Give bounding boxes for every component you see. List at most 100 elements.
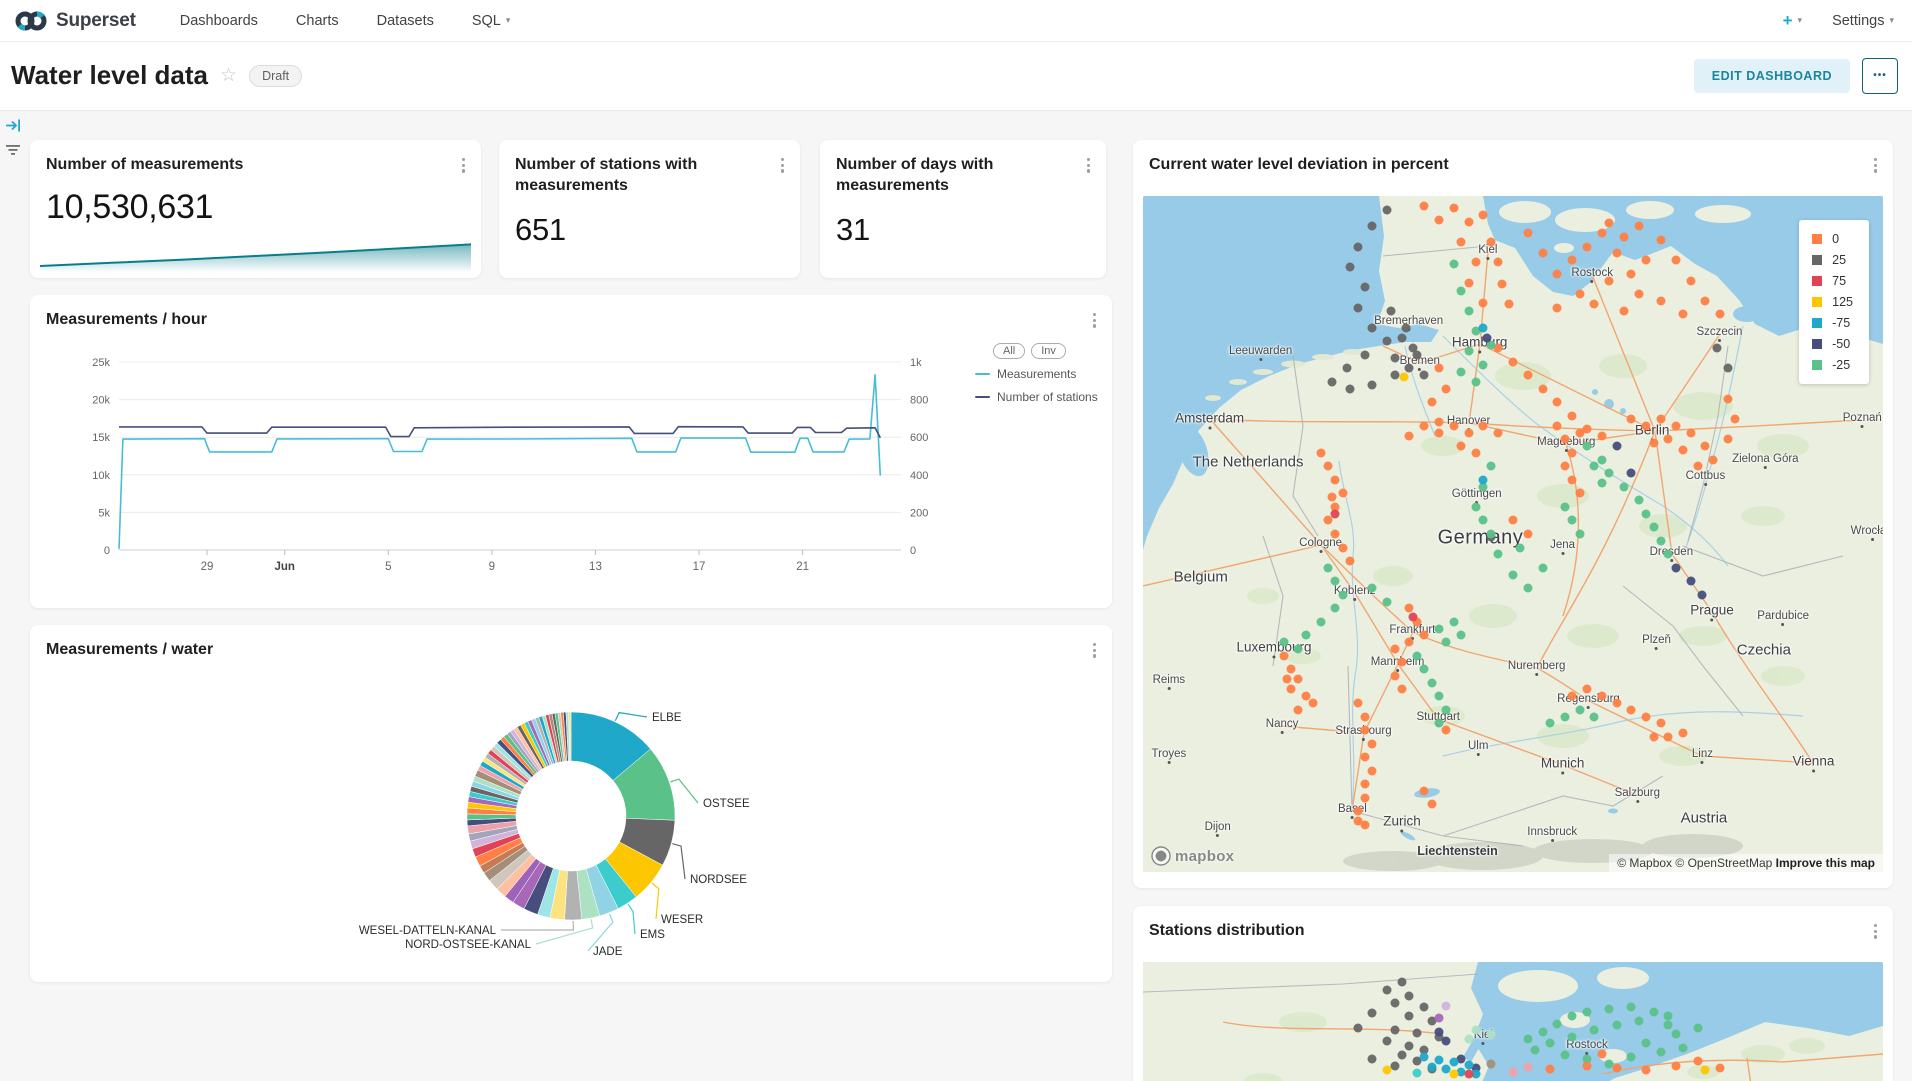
station-dot <box>1716 1064 1725 1073</box>
map-legend-item[interactable]: 25 <box>1812 253 1853 267</box>
station-dot <box>1464 1035 1473 1044</box>
station-dot <box>1575 530 1584 539</box>
expand-filter-bar-icon[interactable] <box>5 118 22 138</box>
legend-swatch <box>1812 297 1822 307</box>
station-dot <box>1620 232 1629 241</box>
station-dot <box>1679 729 1688 738</box>
map-legend-item[interactable]: 125 <box>1812 295 1853 309</box>
station-dot <box>1634 1017 1643 1026</box>
nav-item-datasets[interactable]: Datasets <box>377 13 434 29</box>
station-dot <box>1568 692 1577 701</box>
station-dot <box>1531 1046 1540 1055</box>
improve-map-link[interactable]: Improve this map <box>1776 856 1875 870</box>
station-dot <box>1435 418 1444 427</box>
station-dot <box>1309 699 1318 708</box>
settings-menu[interactable]: Settings ▾ <box>1832 13 1894 29</box>
legend-inv-button[interactable]: Inv <box>1031 343 1066 359</box>
mapbox-logo[interactable]: mapbox <box>1151 846 1234 866</box>
kebab-menu-icon[interactable] <box>1872 156 1879 175</box>
map-legend-item[interactable]: -75 <box>1812 316 1853 330</box>
station-dot <box>1583 242 1592 251</box>
legend-label: Number of stations <box>997 390 1098 404</box>
station-dot <box>1287 685 1296 694</box>
station-dot <box>1538 384 1547 393</box>
map-legend-item[interactable]: -50 <box>1812 337 1853 351</box>
station-dot <box>1627 1053 1636 1062</box>
superset-logo[interactable]: Superset <box>14 8 136 34</box>
station-dot <box>1368 739 1377 748</box>
station-dot <box>1697 590 1706 599</box>
station-dot <box>1568 475 1577 484</box>
station-dot <box>1442 1037 1451 1046</box>
caret-down-icon: ▾ <box>1798 16 1803 25</box>
map-legend-item[interactable]: 0 <box>1812 232 1853 246</box>
station-dot <box>1575 428 1584 437</box>
station-dot <box>1538 563 1547 572</box>
station-dot <box>1505 300 1514 309</box>
station-dot <box>1657 719 1666 728</box>
station-dot <box>1457 442 1466 451</box>
filter-list-icon[interactable] <box>5 143 21 162</box>
legend-swatch <box>975 373 990 376</box>
kebab-menu-icon[interactable] <box>1872 922 1879 941</box>
station-dot <box>1605 276 1614 285</box>
station-dot <box>1568 256 1577 265</box>
legend-swatch <box>1812 234 1822 244</box>
station-dot <box>1479 516 1488 525</box>
kebab-menu-icon[interactable] <box>779 156 786 175</box>
legend-item[interactable]: Measurements <box>975 367 1110 381</box>
station-dot <box>1649 523 1658 532</box>
station-dot <box>1634 496 1643 505</box>
favorite-star-icon[interactable]: ☆ <box>220 64 237 87</box>
station-dot <box>1435 692 1444 701</box>
station-dot <box>1497 279 1506 288</box>
station-dot <box>1686 577 1695 586</box>
edit-dashboard-button[interactable]: EDIT DASHBOARD <box>1694 59 1850 93</box>
station-dot <box>1597 455 1606 464</box>
new-button[interactable]: + ▾ <box>1783 11 1802 31</box>
station-dot <box>1472 1026 1481 1035</box>
station-dot <box>1590 712 1599 721</box>
station-dot <box>1701 442 1710 451</box>
station-dot <box>1435 215 1444 224</box>
legend-item[interactable]: Number of stations <box>975 390 1110 404</box>
station-dot <box>1464 1061 1473 1070</box>
kebab-menu-icon[interactable] <box>1085 156 1092 175</box>
station-dot <box>1353 1024 1362 1033</box>
legend-all-button[interactable]: All <box>993 343 1025 359</box>
osm-attribution-link[interactable]: © OpenStreetMap <box>1675 856 1772 870</box>
deviation-scatter-map[interactable]: 0 25 75 125 -75 -50 -25 mapbox © Mapbox © Open… <box>1143 196 1883 872</box>
nav-item-dashboards[interactable]: Dashboards <box>180 13 258 29</box>
station-dot <box>1568 411 1577 420</box>
nav-item-label: Dashboards <box>180 13 258 29</box>
map-legend-item[interactable]: -25 <box>1812 358 1853 372</box>
nav-item-charts[interactable]: Charts <box>296 13 339 29</box>
kebab-menu-icon[interactable] <box>460 156 467 175</box>
page-title: Water level data <box>11 60 208 91</box>
more-options-button[interactable]: ••• <box>1862 58 1898 94</box>
stations-scatter-map[interactable]: KielRostock <box>1143 962 1883 1081</box>
station-dot <box>1560 712 1569 721</box>
station-dot <box>1701 296 1710 305</box>
kpi-title: Number of measurements <box>46 154 243 175</box>
station-dot <box>1405 364 1414 373</box>
map-legend-item[interactable]: 75 <box>1812 274 1853 288</box>
station-dot <box>1405 604 1414 613</box>
station-dot <box>1657 415 1666 424</box>
station-dot <box>1427 678 1436 687</box>
station-dot <box>1316 617 1325 626</box>
station-dot <box>1479 210 1488 219</box>
legend-value: 125 <box>1832 295 1853 309</box>
station-dot <box>1642 421 1651 430</box>
nav-item-sql[interactable]: SQL▾ <box>472 13 511 29</box>
station-dot <box>1331 604 1340 613</box>
station-dot <box>1353 303 1362 312</box>
station-dot <box>1486 530 1495 539</box>
station-dot <box>1642 509 1651 518</box>
station-dot <box>1553 269 1562 278</box>
station-dot <box>1472 258 1481 267</box>
station-dot <box>1679 445 1688 454</box>
station-dot <box>1657 235 1666 244</box>
station-dot <box>1597 479 1606 488</box>
mapbox-attribution-link[interactable]: © Mapbox <box>1617 856 1672 870</box>
